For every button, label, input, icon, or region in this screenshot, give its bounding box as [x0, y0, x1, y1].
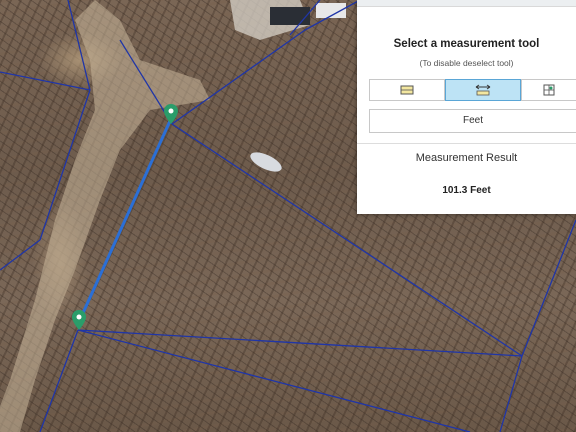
parcel-line [171, 29, 306, 125]
area-measure-icon [400, 85, 414, 95]
location-measure-icon [543, 84, 555, 96]
measurement-panel: Select a measurement tool (To disable de… [357, 0, 576, 214]
parcel-line [77, 329, 523, 357]
result-label: Measurement Result [415, 152, 518, 164]
location-tool-button[interactable] [521, 79, 576, 101]
boat [250, 152, 282, 172]
distance-tool-button[interactable] [445, 79, 521, 101]
area-tool-button[interactable] [369, 79, 445, 101]
parcel-line [0, 71, 91, 91]
distance-measure-icon [475, 84, 491, 96]
parcel-line [521, 219, 576, 357]
parcel-line [499, 355, 523, 432]
divider [357, 143, 576, 144]
tool-selector [369, 79, 576, 101]
map-pin-icon [164, 104, 178, 124]
panel-title: Select a measurement tool [393, 38, 540, 50]
parcel-line [77, 329, 471, 432]
panel-header-bar [357, 0, 576, 7]
end-marker[interactable] [72, 310, 86, 330]
start-marker[interactable] [164, 104, 178, 124]
vehicle [270, 7, 310, 25]
result-value: 101.3 Feet [442, 185, 491, 196]
dirt-road [0, 0, 210, 432]
map-pin-icon [72, 310, 86, 330]
parcel-line [0, 239, 41, 271]
unit-select[interactable]: Feet [369, 109, 576, 133]
panel-hint: (To disable deselect tool) [419, 58, 514, 68]
